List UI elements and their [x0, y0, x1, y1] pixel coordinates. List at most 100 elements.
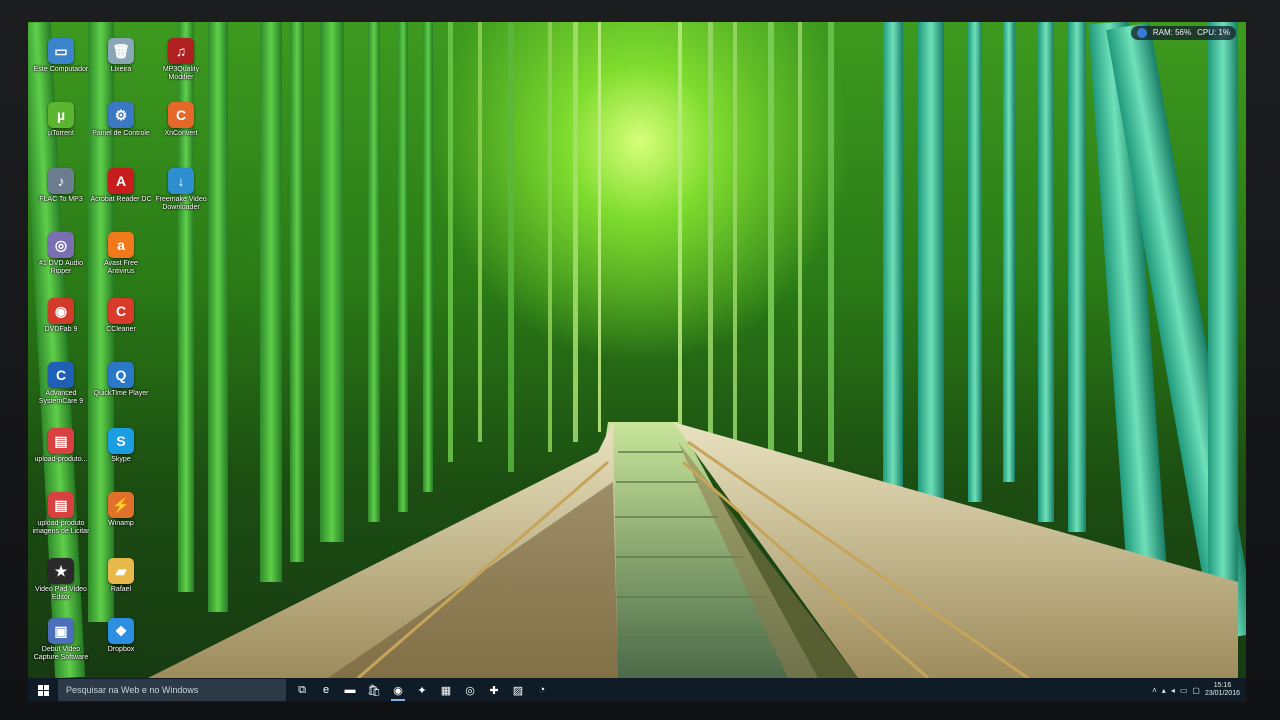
desktop-icon[interactable]: ◉ DVDFab 9 [30, 298, 92, 334]
system-monitor-widget: RAM: 56% CPU: 1% [1130, 26, 1236, 40]
desktop-icon[interactable]: ❖ Dropbox [90, 618, 152, 654]
desktop-icon[interactable]: C Advanced SystemCare 9 [30, 362, 92, 406]
taskbar-glyph: ▨ [512, 684, 524, 697]
flac-to-mp3-icon: ♪ [48, 168, 74, 194]
desktop-icon[interactable]: C XnConvert [150, 102, 212, 138]
start-button[interactable] [28, 678, 58, 702]
desktop-icon-label: #1 DVD Audio Ripper [39, 260, 83, 275]
desktop-icon-label: Video Pad Video Editor [35, 586, 87, 601]
cpu-usage: CPU: 1% [1197, 28, 1230, 37]
desktop-icon-label: Debut Video Capture Software [33, 646, 89, 661]
desktop-icon[interactable]: ♫ MP3Quality Modifier [150, 38, 212, 82]
desktop-icon-label: Skype [111, 456, 131, 463]
desktop-icon-label: Winamp [108, 520, 134, 527]
system-tray: ˄ ▴ ◂ ▭ ▢ 15:16 23/01/2016 [1152, 682, 1246, 698]
desktop-icon-label: Este Computador [33, 66, 89, 73]
taskbar-glyph: e [322, 684, 330, 696]
media-icon[interactable]: ◎ [458, 678, 482, 702]
desktop-wallpaper: RAM: 56% CPU: 1% ▭ Este Computador 🗑 Lixeir… [28, 22, 1246, 678]
calculator-icon[interactable]: ▦ [434, 678, 458, 702]
desktop-icon-label: DVDFab 9 [44, 326, 78, 333]
chevron-up-icon[interactable]: ˄ [1152, 686, 1157, 695]
taskbar-glyph: ⧉ [298, 683, 306, 696]
desktop-icon-label: Painel de Controle [92, 130, 150, 137]
clock-time: 15:16 [1213, 682, 1232, 689]
photos-icon[interactable]: ▨ [506, 678, 530, 702]
acrobat-reader-icon: A [108, 168, 134, 194]
ram-usage: RAM: 56% [1152, 28, 1192, 37]
desktop-icon-label: upload-produto... [34, 456, 88, 463]
control-panel-icon: ⚙ [108, 102, 134, 128]
desktop-icon-label: Acrobat Reader DC [90, 196, 152, 203]
desktop-icon[interactable]: ★ Video Pad Video Editor [30, 558, 92, 602]
taskbar: Pesquisar na Web e no Windows ⧉ e ▬ 🛍 ◉ ✦ ▦ ◎ ✚ ▨… [28, 678, 1246, 702]
desktop-icon[interactable]: ♪ FLAC To MP3 [30, 168, 92, 204]
taskbar-glyph: ✦ [417, 684, 427, 697]
skype-icon: S [108, 428, 134, 454]
dvd-audio-ripper-icon: ◎ [48, 232, 74, 258]
keyboard-icon[interactable]: ▭ [1180, 686, 1188, 695]
clock[interactable]: 15:16 23/01/2016 [1205, 682, 1240, 698]
computer-icon: ▭ [48, 38, 74, 64]
desktop-icon-label: Lixeira [110, 66, 132, 73]
videopad-icon: ★ [48, 558, 74, 584]
freemake-icon: ↓ [168, 168, 194, 194]
desktop-icon[interactable]: 🗑 Lixeira [90, 38, 152, 74]
desktop-icon-label: Rafael [110, 586, 132, 593]
desktop-icon[interactable]: ⚙ Painel de Controle [90, 102, 152, 138]
recycle-bin-icon: 🗑 [108, 38, 134, 64]
ccleaner-icon: C [108, 298, 134, 324]
desktop-icon-label: upload-produto imagens de Licitar [32, 520, 90, 535]
search-box[interactable]: Pesquisar na Web e no Windows [58, 679, 286, 701]
desktop-icon[interactable]: ↓ Freemake Video Downloader [150, 168, 212, 212]
desktop-icon[interactable]: ◎ #1 DVD Audio Ripper [30, 232, 92, 276]
desktop-icon[interactable]: ▤ upload-produto imagens de Licitar [30, 492, 92, 536]
quicktime-icon: Q [108, 362, 134, 388]
mp3quality-icon: ♫ [168, 38, 194, 64]
xnconvert-icon: C [168, 102, 194, 128]
taskbar-apps: ⧉ e ▬ 🛍 ◉ ✦ ▦ ◎ ✚ ▨ ◔ [290, 678, 554, 702]
dropbox-icon: ❖ [108, 618, 134, 644]
desktop-icon-label: QuickTime Player [93, 390, 149, 397]
desktop-icon[interactable]: ▣ Debut Video Capture Software [30, 618, 92, 662]
dvdfab-icon: ◉ [48, 298, 74, 324]
desktop-icon-label: Dropbox [107, 646, 135, 653]
desktop-icon[interactable]: S Skype [90, 428, 152, 464]
windows-logo-icon [37, 684, 49, 696]
taskbar-glyph: ▬ [344, 684, 356, 696]
file-explorer-icon[interactable]: ▬ [338, 678, 362, 702]
desktop-icon[interactable]: A Acrobat Reader DC [90, 168, 152, 204]
clock-date: 23/01/2016 [1204, 690, 1240, 697]
desktop-icon[interactable]: µ µTorrent [30, 102, 92, 138]
store-icon[interactable]: 🛍 [362, 678, 386, 702]
taskbar-glyph: ◎ [465, 684, 475, 697]
desktop-icon[interactable]: C CCleaner [90, 298, 152, 334]
network-icon[interactable]: ▴ [1162, 686, 1166, 695]
taskbar-glyph: ◔ [538, 684, 546, 696]
volume-icon[interactable]: ◂ [1171, 686, 1175, 695]
desktop-icon[interactable]: a Avast Free Antivirus [90, 232, 152, 276]
desktop-icon[interactable]: ▭ Este Computador [30, 38, 92, 74]
screen: RAM: 56% CPU: 1% ▭ Este Computador 🗑 Lixeir… [28, 22, 1246, 702]
taskbar-glyph: ✚ [489, 684, 499, 697]
desktop-icon[interactable]: Q QuickTime Player [90, 362, 152, 398]
advanced-systemcare-icon[interactable]: ◔ [530, 678, 554, 702]
chrome-icon[interactable]: ◉ [386, 678, 410, 702]
tool-icon[interactable]: ✚ [482, 678, 506, 702]
desktop-icon-label: µTorrent [48, 130, 74, 137]
taskbar-glyph: ◉ [393, 684, 403, 697]
pdf-file-icon: ▤ [48, 428, 74, 454]
edge-icon[interactable]: e [314, 678, 338, 702]
notification-icon[interactable]: ▢ [1192, 686, 1200, 695]
desktop-icon[interactable]: ▰ Rafael [90, 558, 152, 594]
desktop-icon-label: FLAC To MP3 [39, 196, 83, 203]
task-view-icon[interactable]: ⧉ [290, 678, 314, 702]
folder-icon: ▰ [108, 558, 134, 584]
desktop-icon[interactable]: ⚡ Winamp [90, 492, 152, 528]
desktop-icon-label: Avast Free Antivirus [104, 260, 138, 275]
debut-icon: ▣ [48, 618, 74, 644]
app-icon[interactable]: ✦ [410, 678, 434, 702]
desktop-icon[interactable]: ▤ upload-produto... [30, 428, 92, 464]
avast-icon: a [108, 232, 134, 258]
taskbar-glyph: ▦ [440, 684, 452, 697]
